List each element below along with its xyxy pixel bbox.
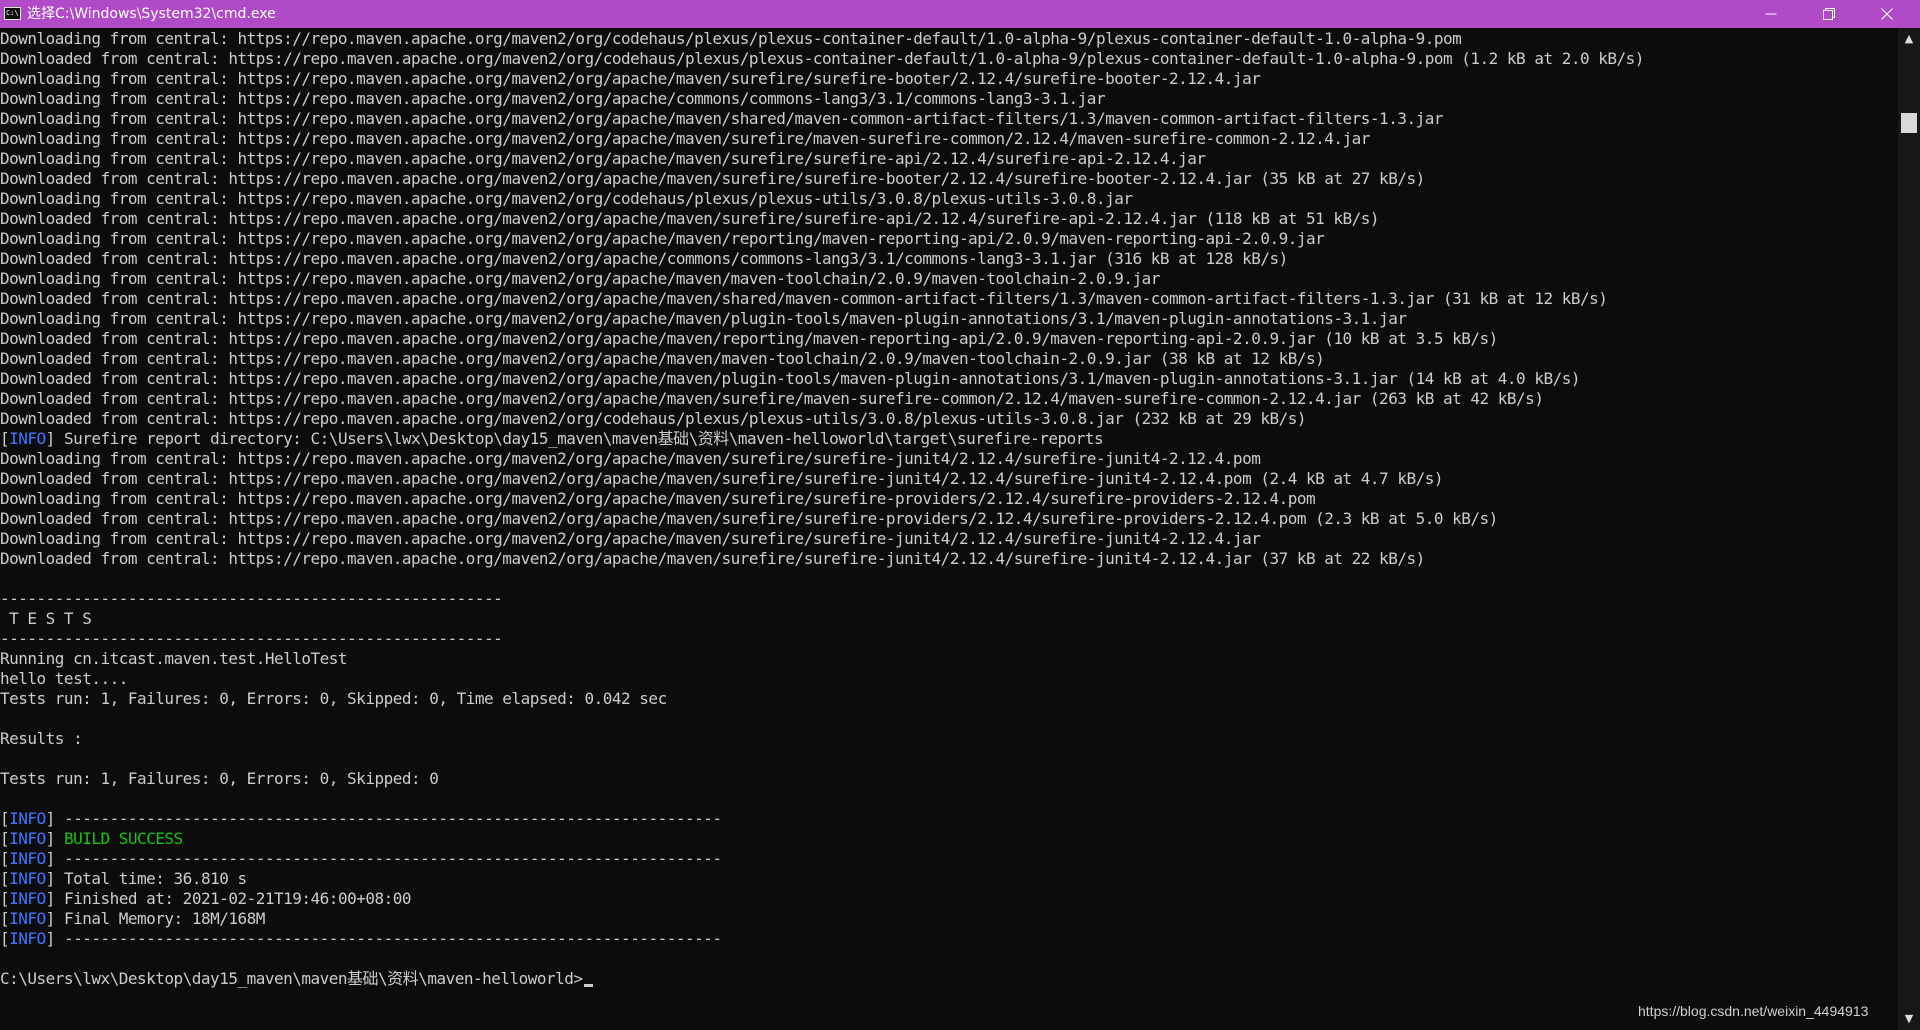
build-separator: [INFO] ---------------------------------… xyxy=(0,929,1898,949)
test-run-line: Running cn.itcast.maven.test.HelloTest xyxy=(0,649,348,668)
surefire-report-text: Surefire report directory: C:\Users\lwx\… xyxy=(63,429,1104,448)
vertical-scrollbar[interactable]: ▲ ▼ xyxy=(1898,28,1920,1030)
scroll-down-arrow-icon[interactable]: ▼ xyxy=(1898,1010,1920,1028)
info-word: INFO xyxy=(9,829,46,848)
window-title: 选择C:\Windows\System32\cmd.exe xyxy=(27,6,276,22)
separator-text: ----------------------------------------… xyxy=(63,929,722,948)
console-line: Downloading from central: https://repo.m… xyxy=(0,29,1462,48)
cmd-app-icon[interactable]: C:\ xyxy=(4,7,21,20)
separator-text: ----------------------------------------… xyxy=(63,809,722,828)
info-tag: [INFO] xyxy=(0,429,55,448)
test-output-line: hello test.... xyxy=(0,669,128,688)
scroll-up-arrow-icon[interactable]: ▲ xyxy=(1898,30,1920,48)
console-line: Downloading from central: https://repo.m… xyxy=(0,229,1325,248)
title-bar[interactable]: C:\ 选择C:\Windows\System32\cmd.exe xyxy=(0,0,1920,28)
info-word: INFO xyxy=(9,849,46,868)
final-memory-line: [INFO] Final Memory: 18M/168M xyxy=(0,909,1898,929)
restore-button[interactable] xyxy=(1806,0,1852,28)
console-line: Downloading from central: https://repo.m… xyxy=(0,109,1443,128)
console-line: Downloading from central: https://repo.m… xyxy=(0,489,1316,508)
info-tag: [INFO] xyxy=(0,849,55,868)
close-icon xyxy=(1881,8,1893,20)
cmd-window: C:\ 选择C:\Windows\System32\cmd.exe Downlo… xyxy=(0,0,1920,1030)
tests-separator: ----------------------------------------… xyxy=(0,589,503,608)
console-line: Downloading from central: https://repo.m… xyxy=(0,309,1407,328)
info-tag: [INFO] xyxy=(0,869,55,888)
scroll-thumb[interactable] xyxy=(1901,113,1917,133)
info-word: INFO xyxy=(9,429,46,448)
console-line: Downloading from central: https://repo.m… xyxy=(0,69,1261,88)
final-memory-text: Final Memory: 18M/168M xyxy=(63,909,265,928)
tests-header: T E S T S xyxy=(0,609,92,628)
total-time-text: Total time: 36.810 s xyxy=(63,869,247,888)
tests-summary: Tests run: 1, Failures: 0, Errors: 0, Sk… xyxy=(0,769,439,788)
total-time-line: [INFO] Total time: 36.810 s xyxy=(0,869,1898,889)
surefire-report-line: [INFO] Surefire report directory: C:\Use… xyxy=(0,429,1898,449)
info-tag: [INFO] xyxy=(0,929,55,948)
results-label: Results : xyxy=(0,729,83,748)
command-prompt-line[interactable]: C:\Users\lwx\Desktop\day15_maven\maven基础… xyxy=(0,969,1898,989)
separator-text: ----------------------------------------… xyxy=(63,849,722,868)
console-line: Downloaded from central: https://repo.ma… xyxy=(0,469,1443,488)
build-separator: [INFO] ---------------------------------… xyxy=(0,809,1898,829)
console-line: Downloading from central: https://repo.m… xyxy=(0,149,1206,168)
console-line: Downloading from central: https://repo.m… xyxy=(0,129,1370,148)
finished-at-line: [INFO] Finished at: 2021-02-21T19:46:00+… xyxy=(0,889,1898,909)
watermark: https://blog.csdn.net/weixin_4494913 xyxy=(1638,1003,1869,1019)
finished-at-text: Finished at: 2021-02-21T19:46:00+08:00 xyxy=(63,889,412,908)
console-line: Downloaded from central: https://repo.ma… xyxy=(0,49,1644,68)
build-success-text: BUILD SUCCESS xyxy=(63,829,183,848)
info-word: INFO xyxy=(9,909,46,928)
console-line: Downloaded from central: https://repo.ma… xyxy=(0,409,1307,428)
close-button[interactable] xyxy=(1864,0,1910,28)
tests-separator: ----------------------------------------… xyxy=(0,629,503,648)
console-line: Downloaded from central: https://repo.ma… xyxy=(0,249,1288,268)
console-line: Downloaded from central: https://repo.ma… xyxy=(0,509,1498,528)
console-line: Downloaded from central: https://repo.ma… xyxy=(0,369,1580,388)
info-word: INFO xyxy=(9,809,46,828)
console-line: Downloading from central: https://repo.m… xyxy=(0,269,1160,288)
console-line: Downloading from central: https://repo.m… xyxy=(0,189,1133,208)
console-line: Downloaded from central: https://repo.ma… xyxy=(0,549,1425,568)
text-cursor xyxy=(583,984,593,987)
test-result-line: Tests run: 1, Failures: 0, Errors: 0, Sk… xyxy=(0,689,667,708)
console-line: Downloading from central: https://repo.m… xyxy=(0,89,1106,108)
info-word: INFO xyxy=(9,869,46,888)
info-tag: [INFO] xyxy=(0,829,55,848)
info-word: INFO xyxy=(9,889,46,908)
console-line: Downloaded from central: https://repo.ma… xyxy=(0,389,1544,408)
restore-icon xyxy=(1823,8,1835,20)
console-line: Downloaded from central: https://repo.ma… xyxy=(0,289,1608,308)
console-line: Downloaded from central: https://repo.ma… xyxy=(0,169,1425,188)
console-output[interactable]: Downloading from central: https://repo.m… xyxy=(0,29,1898,1030)
minimize-icon xyxy=(1765,13,1777,15)
build-status-line: [INFO] BUILD SUCCESS xyxy=(0,829,1898,849)
minimize-button[interactable] xyxy=(1748,0,1794,28)
console-line: Downloading from central: https://repo.m… xyxy=(0,449,1261,468)
info-word: INFO xyxy=(9,929,46,948)
console-line: Downloading from central: https://repo.m… xyxy=(0,529,1261,548)
console-line: Downloaded from central: https://repo.ma… xyxy=(0,329,1498,348)
info-tag: [INFO] xyxy=(0,909,55,928)
console-line: Downloaded from central: https://repo.ma… xyxy=(0,209,1380,228)
build-separator: [INFO] ---------------------------------… xyxy=(0,849,1898,869)
info-tag: [INFO] xyxy=(0,889,55,908)
info-tag: [INFO] xyxy=(0,809,55,828)
console-line: Downloaded from central: https://repo.ma… xyxy=(0,349,1325,368)
command-prompt: C:\Users\lwx\Desktop\day15_maven\maven基础… xyxy=(0,969,583,988)
